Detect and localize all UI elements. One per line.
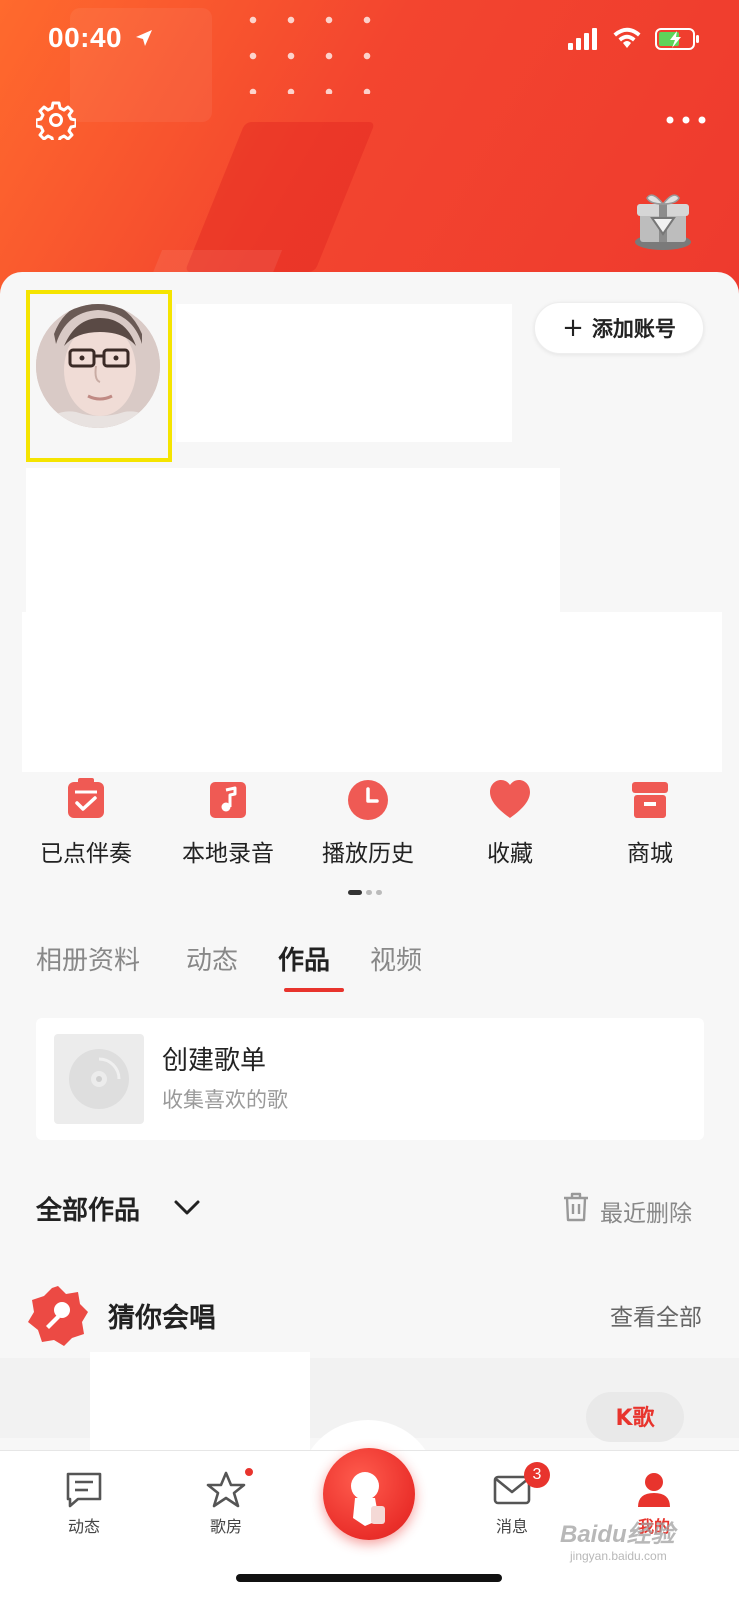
nav-label: 消息 [495, 1517, 528, 1536]
chevron-down-icon[interactable] [172, 1196, 202, 1220]
chat-icon [66, 1472, 102, 1508]
tab-videos[interactable]: 视频 [370, 940, 422, 977]
disc-icon [69, 1049, 129, 1109]
nav-item-song-room[interactable]: 歌房 [176, 1471, 276, 1551]
star-icon [206, 1471, 246, 1508]
k-sing-button[interactable]: K歌 [586, 1392, 684, 1442]
page-dot [366, 890, 372, 895]
status-bar: 00:40 [0, 0, 739, 80]
profile-tabs: 相册资料 动态 作品 视频 [36, 932, 536, 1002]
store-icon [632, 782, 668, 818]
trash-icon[interactable] [562, 1192, 590, 1222]
tab-feed[interactable]: 动态 [186, 940, 238, 977]
watermark-logo: Baidu经验 [560, 1521, 675, 1548]
more-dots-icon[interactable] [664, 108, 708, 132]
song-cover-area [90, 1352, 310, 1452]
profile-banner-area [22, 612, 722, 772]
quick-action-label: 已点伴奏 [40, 841, 132, 867]
add-account-button[interactable]: + 添加账号 [534, 302, 704, 354]
guess-section-title: 猜你会唱 [108, 1303, 216, 1334]
quick-action-accompaniment[interactable]: 已点伴奏 [16, 776, 156, 876]
works-filter-label[interactable]: 全部作品 [36, 1190, 140, 1227]
tab-works[interactable]: 作品 [278, 940, 330, 977]
status-time: 00:40 [48, 22, 123, 53]
notification-dot [243, 1466, 255, 1478]
quick-action-label: 本地录音 [182, 841, 274, 867]
avatar-highlight-frame [26, 290, 172, 462]
home-indicator [236, 1574, 502, 1582]
music-note-icon [210, 782, 246, 818]
create-playlist-card[interactable]: 创建歌单 收集喜欢的歌 [36, 1018, 704, 1140]
playlist-thumbnail [54, 1034, 144, 1124]
gift-box-icon[interactable] [632, 188, 694, 252]
profile-stats-area [26, 468, 560, 618]
page-dot-active [348, 890, 362, 895]
quick-action-label: 收藏 [487, 841, 533, 867]
center-record-button[interactable] [323, 1448, 415, 1540]
wifi-icon [613, 27, 641, 48]
battery-charging-icon [655, 28, 699, 50]
playlist-title: 创建歌单 [162, 1046, 267, 1076]
watermark-url: jingyan.baidu.com [570, 1549, 667, 1563]
clock-icon [348, 780, 388, 820]
microphone-icon [351, 1472, 385, 1526]
nav-label: 动态 [67, 1517, 100, 1536]
message-count-badge: 3 [524, 1462, 550, 1488]
nav-item-feed[interactable]: 动态 [34, 1471, 134, 1551]
quick-action-local-recording[interactable]: 本地录音 [158, 776, 298, 876]
plus-icon: + [562, 313, 584, 343]
quick-action-label: 播放历史 [322, 841, 414, 867]
nav-label: 歌房 [209, 1517, 242, 1536]
tab-album-info[interactable]: 相册资料 [36, 940, 140, 977]
quick-action-label: 商城 [627, 841, 673, 867]
quick-action-store[interactable]: 商城 [580, 776, 720, 876]
user-avatar[interactable] [36, 304, 160, 428]
profile-info-area [176, 304, 512, 442]
page-indicator [348, 890, 392, 898]
quick-action-favorites[interactable]: 收藏 [440, 776, 580, 876]
quick-actions: 已点伴奏 本地录音 播放历史 收藏 商城 [0, 776, 739, 876]
works-filter-row: 全部作品 最近删除 [0, 1182, 739, 1242]
cellular-signal-icon [568, 28, 597, 50]
heart-icon [490, 780, 530, 818]
page-dot [376, 890, 382, 895]
quick-action-play-history[interactable]: 播放历史 [298, 776, 438, 876]
checklist-icon [68, 778, 104, 818]
gear-icon[interactable] [36, 100, 76, 140]
microphone-badge-icon [28, 1286, 88, 1346]
profile-content: + 添加账号 已点伴奏 本地录音 播放历史 收藏 商城 相册资料 动态 作品 视… [0, 272, 739, 1452]
profile-header: 00:40 [0, 0, 739, 300]
add-account-label: 添加账号 [591, 317, 676, 341]
tab-active-indicator [284, 988, 344, 992]
recently-deleted-link[interactable]: 最近删除 [600, 1194, 692, 1228]
location-arrow-icon [136, 30, 152, 46]
avatar-photo [36, 304, 160, 428]
playlist-subtitle: 收集喜欢的歌 [162, 1088, 288, 1112]
person-icon [638, 1473, 670, 1507]
view-all-link[interactable]: 查看全部 [610, 1298, 702, 1332]
watermark: Baidu经验 jingyan.baidu.com [560, 1514, 720, 1574]
guess-you-sing-header: 猜你会唱 查看全部 [0, 1280, 739, 1360]
